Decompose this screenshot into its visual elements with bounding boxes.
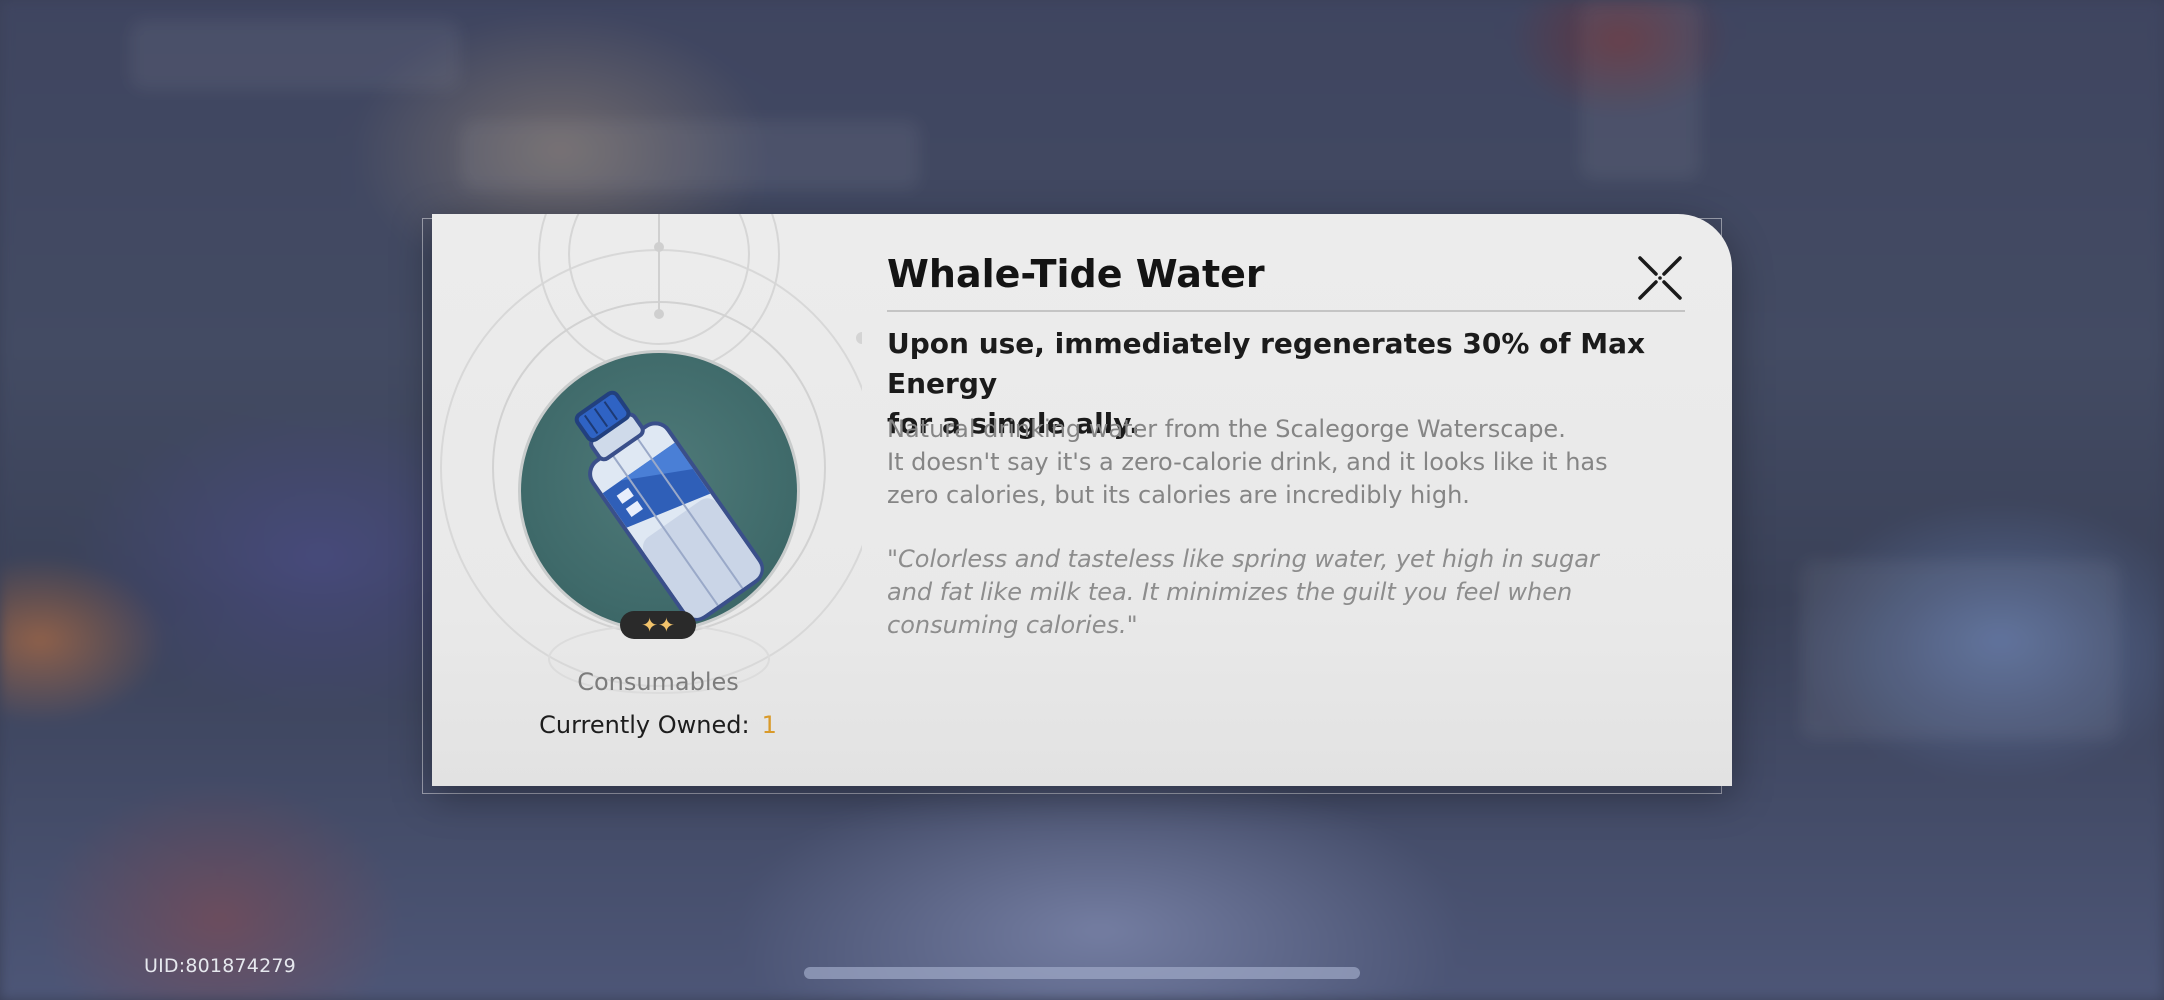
user-id-label: UID:801874279 — [144, 955, 296, 977]
owned-count: 1 — [761, 711, 777, 739]
description-line: It doesn't say it's a zero-calorie drink… — [887, 448, 1608, 476]
owned-label: Currently Owned: — [539, 711, 750, 739]
close-x-icon — [1638, 256, 1682, 300]
background-shape — [130, 20, 460, 90]
item-description: Natural drinking water from the Scalegor… — [887, 413, 1687, 512]
description-line: Natural drinking water from the Scalegor… — [887, 415, 1566, 443]
quote-line: and fat like milk tea. It minimizes the … — [887, 578, 1573, 606]
rarity-badge: ✦✦ — [620, 611, 696, 639]
star-icon: ✦✦ — [641, 613, 675, 637]
close-button[interactable] — [1636, 254, 1684, 302]
owned-count-row: Currently Owned: 1 — [520, 711, 796, 739]
item-category: Consumables — [577, 668, 739, 696]
effect-line: Upon use, immediately regenerates 30% of… — [887, 327, 1646, 400]
title-divider — [887, 310, 1685, 312]
description-line: zero calories, but its calories are incr… — [887, 481, 1470, 509]
background-shape — [1580, 0, 1700, 180]
item-flavor-quote: "Colorless and tasteless like spring wat… — [887, 543, 1687, 642]
water-bottle-icon — [574, 390, 764, 622]
quote-line: consuming calories." — [887, 611, 1138, 639]
quote-line: "Colorless and tasteless like spring wat… — [887, 545, 1599, 573]
item-artwork — [518, 350, 800, 632]
home-indicator-bar[interactable] — [804, 967, 1360, 979]
background-shape — [1800, 560, 2120, 740]
item-title: Whale-Tide Water — [887, 252, 1265, 296]
background-shape — [460, 120, 920, 190]
